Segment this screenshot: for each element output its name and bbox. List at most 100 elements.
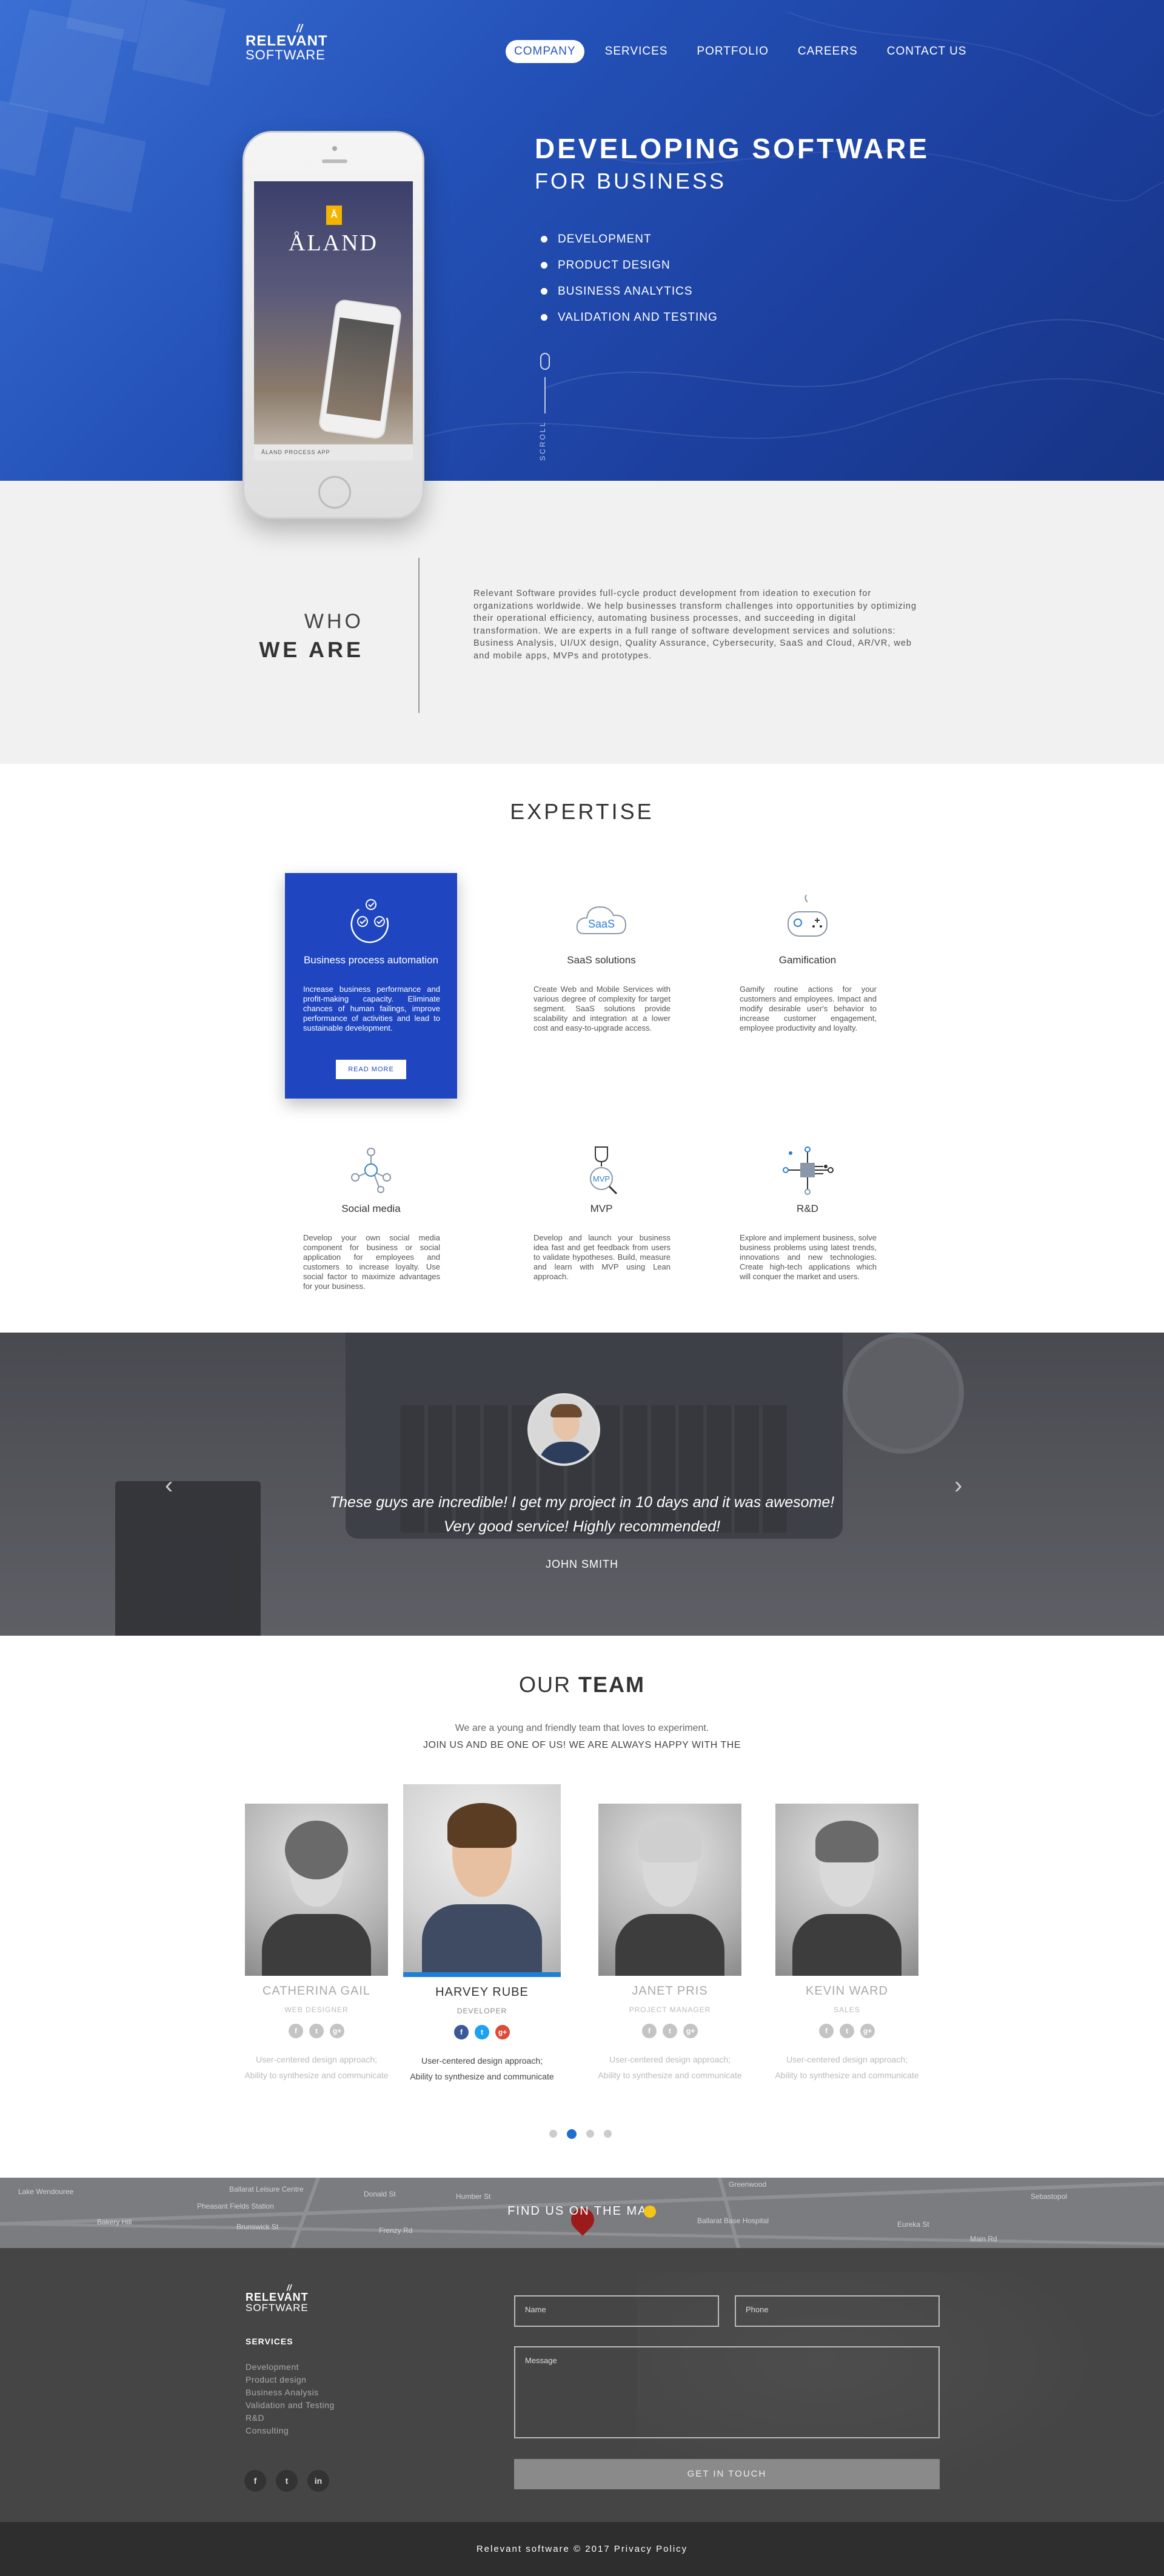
rnd-circuit-icon	[783, 1146, 834, 1195]
team-member-card[interactable]: JANET PRIS PROJECT MANAGER f t g+ User-c…	[588, 1804, 752, 2083]
mouse-scroll-icon[interactable]	[540, 353, 550, 370]
google-plus-icon[interactable]: g+	[860, 2024, 875, 2038]
google-plus-icon[interactable]: g+	[495, 2025, 510, 2039]
team-title-bold: TEAM	[578, 1672, 645, 1697]
phone-app-badge: Å	[326, 206, 342, 225]
map-label: Eureka St	[897, 2220, 929, 2229]
footer-logo-line1: RELEVANT	[246, 2291, 309, 2303]
hero-title: DEVELOPING SOFTWARE	[535, 133, 930, 164]
nested-phone-image	[318, 298, 403, 440]
facebook-icon[interactable]: f	[244, 2470, 266, 2492]
map-label: Brunswick St	[236, 2223, 279, 2231]
footer-service-link[interactable]: Product design	[246, 2374, 335, 2386]
team-member-card[interactable]: KEVIN WARD SALES f t g+ User-centered de…	[765, 1804, 929, 2083]
team-subtitle: We are a young and friendly team that lo…	[455, 1723, 709, 1733]
member-name: CATHERINA GAIL	[262, 1984, 371, 1998]
expertise-card-gamification[interactable]: Gamification Gamify routine actions for …	[721, 873, 894, 1099]
map-label: Sebastopol	[1031, 2192, 1068, 2201]
twitter-icon[interactable]: t	[840, 2024, 854, 2038]
phone-app-footer: ÅLAND PROCESS APP	[254, 444, 413, 460]
nav-portfolio[interactable]: PORTFOLIO	[688, 40, 777, 63]
phone-field[interactable]: Phone	[735, 2295, 940, 2327]
message-field[interactable]: Message	[514, 2346, 940, 2438]
testimonial-quote-line1: These guys are incredible! I get my proj…	[329, 1494, 835, 1511]
nav-services[interactable]: SERVICES	[597, 40, 677, 63]
phone-speaker	[322, 159, 347, 163]
member-name: HARVEY RUBE	[435, 1986, 529, 1999]
team-title: OUR TEAM	[0, 1672, 1164, 1698]
team-member-card[interactable]: CATHERINA GAIL WEB DESIGNER f t g+ User-…	[235, 1804, 398, 2083]
logo-mark-icon: //	[287, 2283, 292, 2292]
card-text: Develop your own social media component …	[303, 1233, 440, 1291]
team-member-card[interactable]: HARVEY RUBE DEVELOPER f t g+ User-center…	[400, 1784, 564, 2084]
card-title: Social media	[341, 1203, 401, 1214]
member-name: KEVIN WARD	[806, 1984, 888, 1998]
member-role: SALES	[834, 2006, 860, 2014]
member-role: WEB DESIGNER	[284, 2006, 349, 2014]
facebook-icon[interactable]: f	[289, 2024, 303, 2038]
twitter-icon[interactable]: t	[276, 2470, 298, 2492]
pagination-dot-active[interactable]	[567, 2129, 577, 2139]
team-title-light: OUR	[518, 1672, 571, 1697]
member-photo	[403, 1784, 561, 1972]
gamepad-icon	[788, 894, 828, 937]
logo[interactable]: RELEVANT SOFTWARE //	[246, 23, 328, 62]
facebook-icon[interactable]: f	[454, 2025, 469, 2039]
nav-careers[interactable]: CAREERS	[789, 40, 866, 63]
footer-services-list: Development Product design Business Anal…	[246, 2361, 335, 2437]
team-pagination	[549, 2129, 612, 2139]
next-arrow-icon[interactable]: ›	[954, 1472, 962, 1499]
member-role: PROJECT MANAGER	[629, 2006, 711, 2014]
footer-service-link[interactable]: Validation and Testing	[246, 2399, 335, 2412]
facebook-icon[interactable]: f	[819, 2024, 834, 2038]
expertise-card-mvp[interactable]: MVP MVP Develop and launch your business…	[515, 1122, 687, 1347]
footer-service-link[interactable]: R&D	[246, 2412, 335, 2424]
footer-service-link[interactable]: Development	[246, 2361, 335, 2374]
twitter-icon[interactable]: t	[309, 2024, 324, 2038]
card-title: Gamification	[778, 954, 837, 966]
twitter-icon[interactable]: t	[475, 2025, 489, 2039]
pagination-dot[interactable]	[586, 2130, 594, 2138]
testimonial-section: These guys are incredible! I get my proj…	[0, 1333, 1164, 1636]
expertise-title: EXPERTISE	[510, 799, 654, 824]
footer-social: f t in	[244, 2470, 329, 2492]
prev-arrow-icon[interactable]: ‹	[165, 1472, 173, 1499]
mvp-trophy-icon: MVP	[590, 1146, 618, 1195]
footer-service-link[interactable]: Business Analysis	[246, 2386, 335, 2399]
expertise-card-social[interactable]: Social media Develop your own social med…	[285, 1122, 457, 1347]
expertise-card-automation[interactable]: Business process automation Increase bus…	[285, 873, 457, 1099]
name-field[interactable]: Name	[514, 2295, 719, 2327]
main-nav: COMPANY SERVICES PORTFOLIO CAREERS CONTA…	[506, 40, 987, 63]
location-pin-icon[interactable]	[644, 2206, 656, 2218]
google-plus-icon[interactable]: g+	[330, 2024, 344, 2038]
footer-service-link[interactable]: Consulting	[246, 2424, 335, 2437]
phone-screen: Å ÅLAND ÅLAND PROCESS APP	[254, 181, 413, 460]
phone-app-brand: ÅLAND	[289, 230, 378, 256]
footer-logo[interactable]: RELEVANT SOFTWARE //	[246, 2283, 309, 2313]
read-more-button[interactable]: READ MORE	[336, 1060, 406, 1079]
footer-services-title: SERVICES	[246, 2337, 293, 2346]
member-social: f t g+	[235, 2024, 398, 2038]
card-text: Gamify routine actions for your customer…	[740, 985, 877, 1032]
facebook-icon[interactable]: f	[642, 2024, 657, 2038]
pagination-dot[interactable]	[604, 2130, 612, 2138]
nav-contact-us[interactable]: CONTACT US	[878, 40, 975, 63]
pagination-dot[interactable]	[549, 2130, 557, 2138]
google-plus-icon[interactable]: g+	[683, 2024, 698, 2038]
testimonial-author: JOHN SMITH	[546, 1558, 618, 1570]
expertise-card-saas[interactable]: SaaS SaaS solutions Create Web and Mobil…	[515, 873, 687, 1099]
member-name: JANET PRIS	[632, 1984, 708, 1998]
map-label: Donald St	[364, 2190, 396, 2198]
linkedin-icon[interactable]: in	[307, 2470, 329, 2492]
automation-icon	[350, 899, 389, 943]
map-label: Bakery Hill	[97, 2218, 132, 2226]
twitter-icon[interactable]: t	[663, 2024, 677, 2038]
nav-company[interactable]: COMPANY	[506, 40, 584, 63]
expertise-card-rnd[interactable]: R&D Explore and implement business, solv…	[721, 1122, 894, 1347]
who-title-line1: WHO	[304, 610, 364, 633]
map-label: Humber St	[456, 2192, 491, 2201]
get-in-touch-button[interactable]: GET IN TOUCH	[514, 2459, 940, 2489]
map-title: FIND US ON THE MAP	[507, 2204, 657, 2218]
hero-bullet: VALIDATION AND TESTING	[541, 311, 718, 324]
map-section[interactable]: Ballarat Leisure Centre Pheasant Fields …	[0, 2178, 1164, 2248]
